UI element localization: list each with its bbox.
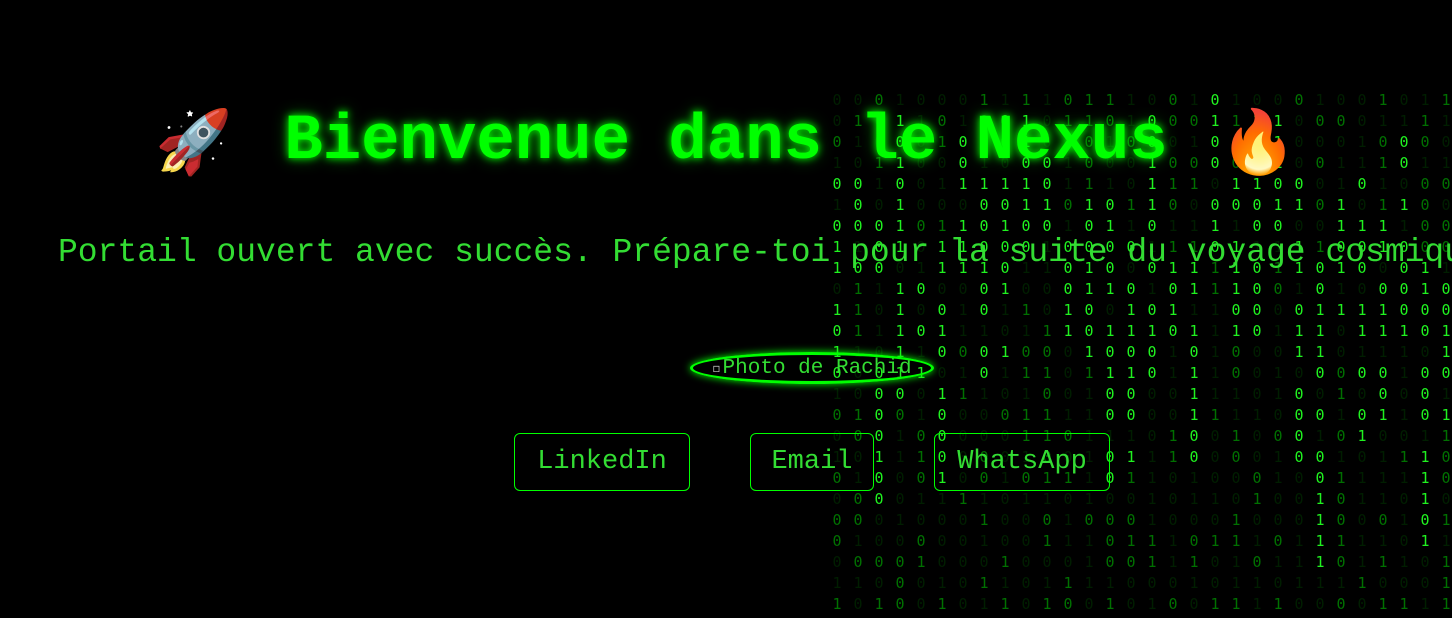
hero-title-text: Bienvenue dans le Nexus xyxy=(284,106,1168,178)
broken-image-icon: ▫ xyxy=(712,361,721,375)
rocket-emoji-icon: 🚀 xyxy=(155,105,233,178)
profile-photo-alt-text: Photo de Rachid xyxy=(722,356,912,380)
linkedin-button[interactable]: LinkedIn xyxy=(514,433,690,491)
hero-title: 🚀 Bienvenue dans le Nexus 🔥 xyxy=(0,102,1452,182)
hero-subtitle: Portail ouvert avec succès. Prépare-toi … xyxy=(58,234,1452,271)
fire-emoji-icon: 🔥 xyxy=(1219,105,1297,178)
email-button[interactable]: Email xyxy=(750,433,874,491)
whatsapp-button[interactable]: WhatsApp xyxy=(934,433,1110,491)
profile-photo: ▫ Photo de Rachid xyxy=(690,352,934,384)
